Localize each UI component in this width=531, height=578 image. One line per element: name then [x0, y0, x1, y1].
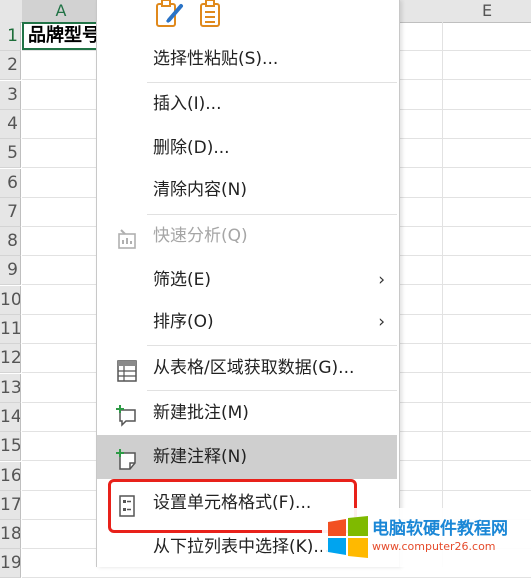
highlight-outline: [108, 479, 357, 533]
menu-item-label: 新建批注(M): [153, 403, 249, 423]
menu-item-label: 新建注释(N): [153, 447, 247, 467]
paste-brush-icon[interactable]: [156, 0, 183, 27]
row-header[interactable]: 19: [0, 549, 21, 578]
row-header[interactable]: 1: [0, 22, 21, 51]
menu-item-label: 插入(I)...: [153, 94, 222, 114]
watermark-url: www.computer26.com: [372, 540, 496, 553]
row-header[interactable]: 14: [0, 402, 21, 432]
row-header[interactable]: 7: [0, 197, 21, 227]
column-header-d[interactable]: [398, 0, 444, 23]
quick-analysis-icon: [115, 224, 139, 249]
row-header[interactable]: 11: [0, 315, 21, 344]
paste-values-icon[interactable]: [200, 0, 220, 27]
watermark-title: 电脑软硬件教程网: [372, 519, 508, 539]
row-header[interactable]: 3: [0, 80, 21, 110]
row-header[interactable]: 16: [0, 461, 21, 491]
menu-item-get-data-from-table[interactable]: 从表格/区域获取数据(G)...: [97, 346, 397, 390]
menu-item-filter[interactable]: 筛选(E) ›: [97, 258, 397, 302]
table-icon: [115, 356, 139, 382]
row-header[interactable]: 10: [0, 285, 21, 315]
menu-item-insert[interactable]: 插入(I)...: [97, 82, 397, 126]
cell-a1[interactable]: 品牌型号: [22, 22, 100, 50]
menu-item-paste-special[interactable]: 选择性粘贴(S)...: [97, 37, 397, 81]
menu-item-sort[interactable]: 排序(O) ›: [97, 300, 397, 344]
new-comment-icon: [115, 401, 139, 427]
menu-item-new-note[interactable]: 新建注释(N): [97, 435, 397, 479]
windows-logo-icon: [328, 516, 368, 558]
column-header-a[interactable]: A: [22, 0, 101, 24]
select-all-corner[interactable]: [0, 0, 23, 23]
row-header[interactable]: 5: [0, 139, 21, 169]
menu-item-clear-contents[interactable]: 清除内容(N): [97, 168, 397, 212]
menu-item-label: 删除(D)...: [153, 138, 230, 158]
menu-item-label: 快速分析(Q): [153, 226, 248, 246]
row-header[interactable]: 12: [0, 344, 21, 374]
row-header[interactable]: 13: [0, 373, 21, 403]
paste-options: [155, 0, 235, 30]
menu-item-quick-analysis: 快速分析(Q): [97, 214, 397, 258]
submenu-arrow-icon: ›: [378, 312, 385, 332]
column-header-e[interactable]: E: [443, 0, 531, 23]
grid-line: [442, 22, 443, 567]
row-header[interactable]: 2: [0, 51, 21, 81]
submenu-arrow-icon: ›: [378, 270, 385, 290]
row-header[interactable]: 9: [0, 256, 21, 286]
menu-item-label: 清除内容(N): [153, 180, 247, 200]
row-header[interactable]: 8: [0, 227, 21, 257]
menu-item-label: 排序(O): [153, 312, 214, 332]
menu-item-label: 从表格/区域获取数据(G)...: [153, 358, 355, 378]
menu-item-label: 选择性粘贴(S)...: [153, 49, 279, 69]
menu-item-new-comment[interactable]: 新建批注(M): [97, 391, 397, 435]
row-header[interactable]: 17: [0, 490, 21, 520]
watermark: 电脑软硬件教程网 www.computer26.com: [322, 508, 531, 567]
menu-item-delete[interactable]: 删除(D)...: [97, 126, 397, 170]
row-header[interactable]: 15: [0, 432, 21, 462]
menu-item-label: 筛选(E): [153, 270, 212, 290]
row-header[interactable]: 18: [0, 520, 21, 550]
new-note-icon: [115, 445, 139, 470]
row-header[interactable]: 6: [0, 168, 21, 198]
row-header[interactable]: 4: [0, 109, 21, 139]
